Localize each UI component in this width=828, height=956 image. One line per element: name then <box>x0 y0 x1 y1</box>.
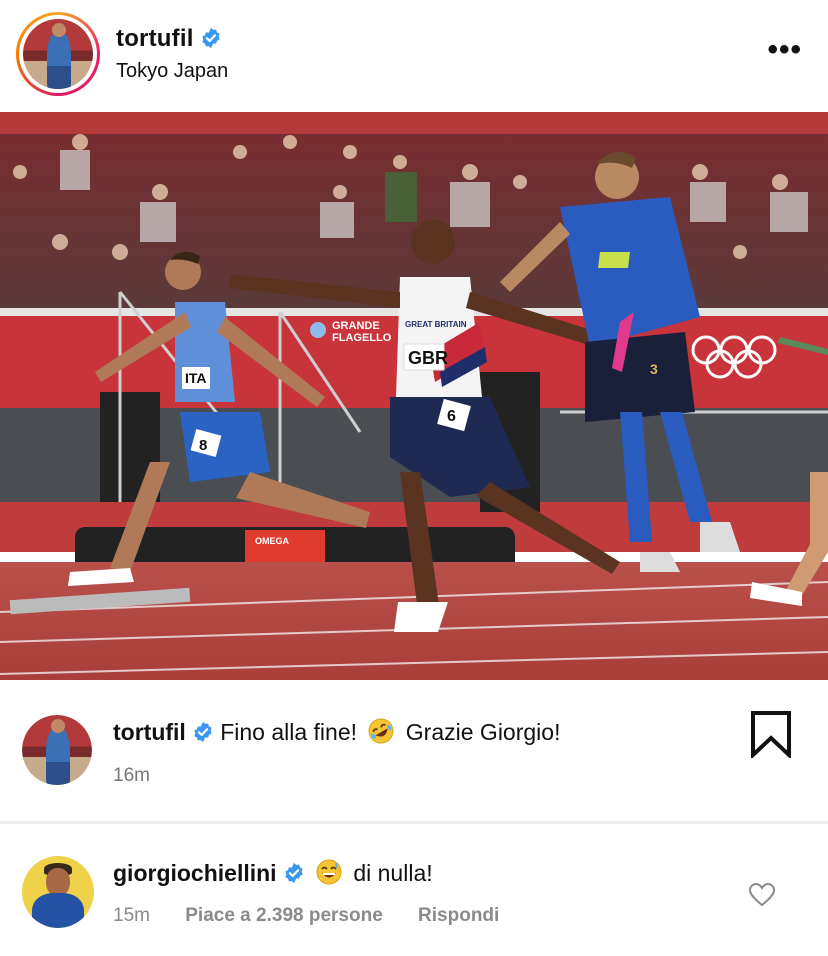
caption-avatar[interactable] <box>22 715 92 785</box>
caption-username[interactable]: tortufil <box>113 719 186 745</box>
caption-text: tortufil Fino alla fine! Grazie Giorgio! <box>113 717 560 746</box>
post-location[interactable]: Tokyo Japan <box>116 60 228 83</box>
number-chiellini: 3 <box>650 361 658 377</box>
verified-badge-icon <box>284 862 303 884</box>
post-header: tortufil Tokyo Japan ••• <box>0 0 828 112</box>
number-italy: 8 <box>199 437 207 454</box>
bib-gbr: GBR <box>408 348 448 368</box>
comment-username[interactable]: giorgiochiellini <box>113 860 277 886</box>
verified-badge-icon <box>194 721 212 743</box>
jersey-gbr: GREAT BRITAIN <box>405 320 467 329</box>
comment-meta: 15m Piace a 2.398 persone Rispondi <box>113 905 529 927</box>
avatar <box>22 715 92 785</box>
grinning-sweat-emoji-icon <box>316 859 342 885</box>
caption-row: tortufil Fino alla fine! Grazie Giorgio!… <box>0 680 828 820</box>
number-gbr: 6 <box>447 408 456 425</box>
post-username[interactable]: tortufil <box>116 25 194 52</box>
reply-button[interactable]: Rispondi <box>418 905 499 926</box>
comment-avatar[interactable] <box>22 856 94 928</box>
comment-row: giorgiochiellini di nulla! 15m Piace a 2… <box>0 824 828 956</box>
comment-text: giorgiochiellini di nulla! <box>113 858 433 887</box>
post-photo[interactable]: GRANDE FLAGELLO OMEGA ITA 8 GREAT BRITAI… <box>0 112 828 680</box>
more-horizontal-icon[interactable]: ••• <box>767 35 802 65</box>
sign-line1: GRANDE <box>332 320 380 332</box>
block-brand: OMEGA <box>255 536 290 546</box>
bib-italy: ITA <box>185 370 207 386</box>
sign-line2: FLAGELLO <box>332 332 392 344</box>
caption-time: 16m <box>113 765 150 786</box>
bookmark-icon[interactable] <box>750 710 792 758</box>
avatar <box>23 19 93 89</box>
story-ring-avatar[interactable] <box>16 12 100 96</box>
comment-time: 15m <box>113 905 150 926</box>
rolling-on-floor-laughing-emoji-icon <box>368 718 394 744</box>
caption-text-part2: Grazie Giorgio! <box>405 719 561 745</box>
heart-icon[interactable] <box>748 882 776 908</box>
verified-badge-icon <box>201 27 220 49</box>
comment-likes[interactable]: Piace a 2.398 persone <box>185 905 383 926</box>
caption-text-part1: Fino alla fine! <box>220 719 358 745</box>
post-author-row: tortufil <box>116 25 222 53</box>
comment-body: di nulla! <box>353 860 433 886</box>
relay-finish-photo: GRANDE FLAGELLO OMEGA ITA 8 GREAT BRITAI… <box>0 112 828 680</box>
